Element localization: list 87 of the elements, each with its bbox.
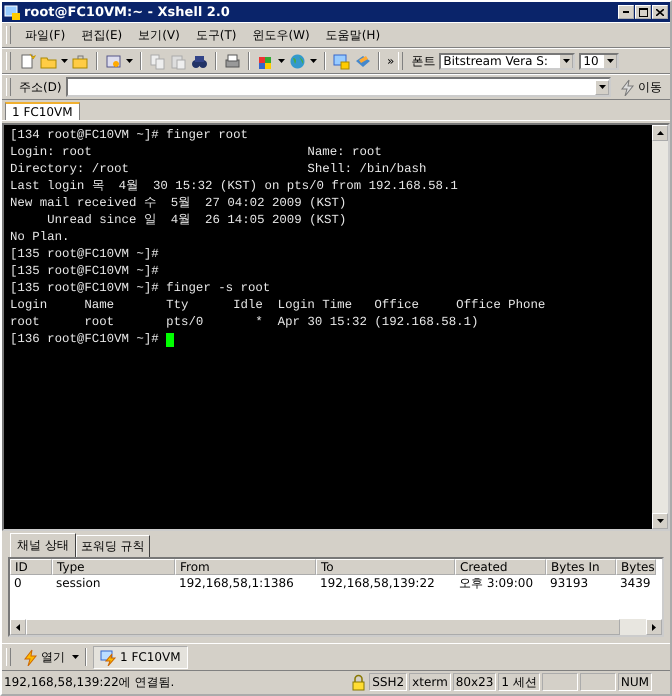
minimize-button[interactable] (618, 5, 634, 19)
status-panel (580, 673, 616, 691)
status-cell: 80x23 (452, 673, 496, 691)
address-field[interactable] (66, 77, 611, 97)
scroll-right-button[interactable] (646, 619, 662, 635)
address-label: 주소(D) (19, 78, 62, 96)
table-cell-text: 192,168,58,139:22 (319, 576, 436, 590)
arrow-right-icon (652, 624, 656, 630)
caret-icon[interactable] (72, 655, 79, 659)
close-icon (656, 8, 664, 16)
terminal-line: Login Name Tty Idle Login Time Office Office Phone (10, 297, 546, 314)
go-icon[interactable] (619, 78, 636, 96)
caret-icon[interactable] (126, 59, 133, 63)
window-title: root@FC10VM:~ - Xshell 2.0 (24, 4, 230, 20)
terminal-line: [135 root@FC10VM ~]# finger -s root (10, 280, 270, 297)
arrow-left-icon (16, 624, 20, 630)
scroll-left-button[interactable] (10, 619, 26, 635)
table-cell-text: 0 (13, 576, 23, 590)
terminal-line: [135 root@FC10VM ~]# (10, 263, 159, 280)
table-cell-text: 3439 (619, 576, 652, 590)
terminal-line: Last login 목 4월 30 15:32 (KST) on pts/0 from 192.168.58.1 (10, 178, 458, 195)
minimize-icon (623, 11, 629, 13)
session-tab[interactable]: 1 FC10VM (5, 102, 80, 120)
menu-item[interactable]: 윈도우(W) (246, 24, 316, 46)
maximize-icon (638, 8, 648, 16)
terminal-lightning-icon[interactable] (100, 648, 117, 666)
printer-icon[interactable] (224, 52, 241, 70)
go-button[interactable]: 이동 (615, 78, 666, 96)
terminal-line: No Plan. (10, 229, 70, 246)
table-cell-text: 오후 3:09:00 (458, 574, 534, 592)
more-button[interactable]: » (387, 54, 394, 68)
panel-tab[interactable]: 채널 상태 (10, 533, 76, 557)
terminal-line: Directory: /root Shell: /bin/bash (10, 161, 426, 178)
status-cell: 1 세션 (498, 673, 540, 691)
arrow-down-icon (598, 85, 606, 89)
terminal-line: [136 root@FC10VM ~]# (10, 331, 160, 348)
column-header[interactable]: Created (455, 559, 546, 575)
status-cell: NUM (618, 673, 652, 691)
status-cell: SSH2 (369, 673, 408, 691)
menu-item[interactable]: 파일(F) (19, 24, 72, 46)
terminal-line: root root pts/0 * Apr 30 15:32 (192.168.58.1) (10, 314, 478, 331)
session-button[interactable]: 1 FC10VM (93, 646, 188, 668)
terminal-line: [135 root@FC10VM ~]# (10, 246, 159, 263)
font-dropdown[interactable]: Bitstream Vera S: (439, 52, 576, 70)
size-dropdown[interactable]: 10 (579, 52, 620, 70)
terminal-line: Login: root Name: root (10, 144, 382, 161)
status-cell: xterm (409, 673, 451, 691)
scroll-down-button[interactable] (652, 513, 668, 529)
status-message: 192,168,58,139:22에 연결됨. (4, 674, 176, 690)
terminal-line: Unread since 일 4월 26 14:05 2009 (KST) (46, 212, 346, 229)
table-cell-text: session (55, 576, 102, 590)
arrow-up-icon (656, 131, 664, 135)
table-cell-text: 93193 (549, 576, 590, 590)
terminal-app-icon[interactable] (4, 4, 21, 20)
column-header[interactable]: Bytes (616, 559, 656, 575)
column-header[interactable]: To (316, 559, 455, 575)
menu-item[interactable]: 보기(V) (132, 24, 186, 46)
menu-item[interactable]: 도구(T) (190, 24, 242, 46)
close-button[interactable] (652, 5, 668, 19)
caret-icon[interactable] (310, 59, 317, 63)
font-label: 폰트 (411, 52, 436, 70)
maximize-button[interactable] (635, 5, 651, 19)
terminal[interactable] (4, 125, 652, 529)
column-header[interactable]: Type (52, 559, 175, 575)
column-header[interactable]: Bytes In (546, 559, 616, 575)
lightning-icon[interactable] (22, 648, 39, 666)
menu-item[interactable]: 도움말(H) (320, 24, 386, 46)
terminal-line: [134 root@FC10VM ~]# finger root (10, 127, 248, 144)
dropdown-button[interactable] (603, 54, 618, 68)
scroll-up-button[interactable] (652, 125, 668, 141)
new-file-icon[interactable] (19, 52, 36, 70)
status-panel (542, 673, 578, 691)
dropdown-button[interactable] (595, 80, 609, 94)
scrollbar-thumb[interactable] (26, 619, 620, 635)
column-header[interactable]: ID (10, 559, 52, 575)
table-cell-text: 192,168,58,1:1386 (178, 576, 295, 590)
dropdown-button[interactable] (559, 54, 574, 68)
arrow-down-icon (606, 59, 614, 63)
column-header[interactable]: From (175, 559, 316, 575)
terminal-line: New mail received 수 5월 27 04:02 2009 (KST) (10, 195, 346, 212)
caret-icon[interactable] (278, 59, 285, 63)
lock-icon[interactable] (350, 674, 368, 690)
caret-icon[interactable] (61, 59, 68, 63)
open-button[interactable]: 열기 (18, 648, 69, 666)
arrow-down-icon (656, 519, 664, 523)
arrow-down-icon (562, 59, 570, 63)
menu-item[interactable]: 편집(E) (75, 24, 128, 46)
